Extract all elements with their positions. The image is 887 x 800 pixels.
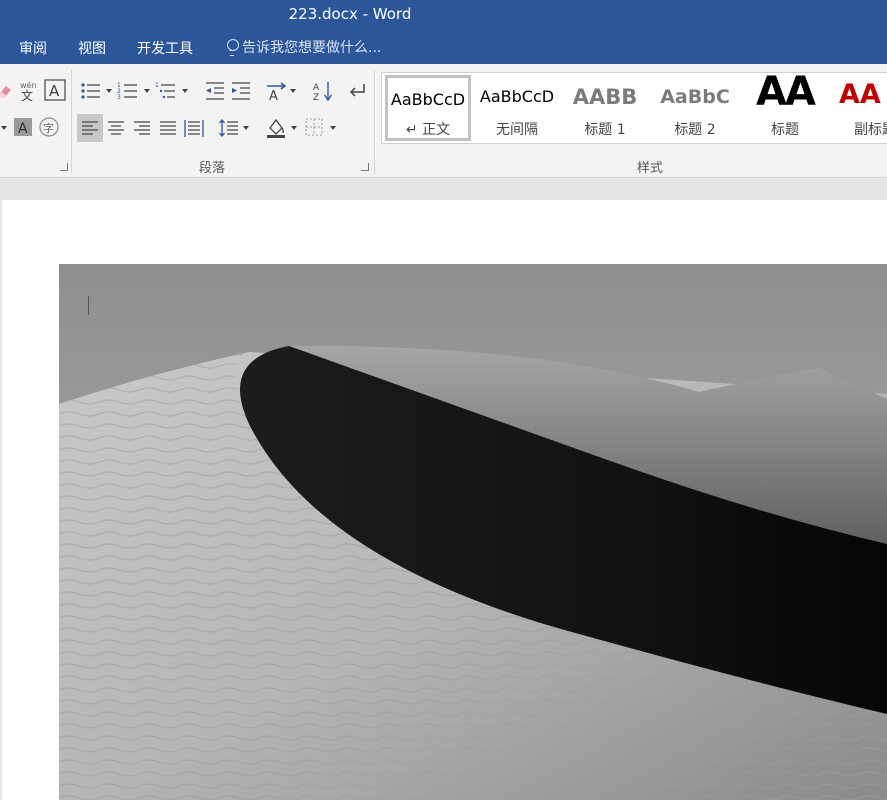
lightbulb-icon [226, 39, 239, 56]
sand-dune-photo[interactable] [59, 264, 887, 800]
style-sample: AaBbCcD [479, 87, 555, 106]
document-background [0, 178, 887, 200]
multilevel-list-icon[interactable]: 1 [155, 80, 177, 102]
center-icon[interactable] [105, 117, 127, 139]
paragraph-dialog-launcher-icon[interactable] [361, 163, 369, 171]
shading-caret[interactable] [291, 126, 297, 130]
style-title[interactable]: AA 标题 [742, 69, 828, 141]
align-left-icon[interactable] [79, 117, 101, 139]
tab-view[interactable]: 视图 [78, 38, 106, 58]
tab-review[interactable]: 审阅 [19, 38, 47, 58]
svg-text:A: A [18, 121, 28, 137]
tell-me-placeholder: 告诉我您想要做什么... [242, 40, 382, 56]
style-sample: AaBbC [660, 86, 730, 108]
style-name: 标题 2 [674, 122, 716, 138]
style-heading-1[interactable]: AABB 标题 1 [562, 75, 648, 141]
character-border-icon[interactable]: A [44, 79, 66, 101]
show-marks-icon[interactable] [346, 80, 368, 102]
sort-icon[interactable]: AZ [312, 80, 334, 102]
text-cursor [88, 296, 89, 315]
tab-developer[interactable]: 开发工具 [137, 38, 193, 58]
style-name: ↵ 正文 [405, 122, 451, 138]
shading-icon[interactable] [265, 116, 287, 138]
svg-text:3: 3 [117, 94, 121, 101]
borders-caret[interactable] [330, 126, 336, 130]
svg-text:A: A [49, 82, 60, 100]
style-sample: AABB [572, 85, 638, 109]
style-sample: AA [839, 79, 881, 110]
borders-icon[interactable] [303, 116, 325, 138]
word-window: 223.docx - Word 审阅 视图 开发工具 告诉我您想要做什么... … [0, 0, 887, 800]
styles-group-label: 样式 [637, 161, 664, 176]
chinese-layout-icon[interactable]: A [265, 80, 287, 102]
chinese-layout-caret[interactable] [290, 89, 296, 93]
style-no-spacing[interactable]: AaBbCcD 无间隔 [474, 75, 560, 141]
style-name: 无间隔 [496, 122, 538, 138]
style-sample: AA [756, 69, 816, 115]
group-separator [71, 70, 72, 174]
ribbon-tabs: 审阅 视图 开发工具 告诉我您想要做什么... [0, 30, 887, 64]
style-sample: AaBbCcD [390, 90, 466, 109]
font-dropdown-caret[interactable] [1, 126, 7, 130]
increase-indent-icon[interactable] [230, 80, 252, 102]
style-name: 标题 [771, 122, 799, 138]
decrease-indent-icon[interactable] [204, 80, 226, 102]
character-shading-icon[interactable]: A [12, 116, 34, 138]
style-name: 副标题 [854, 122, 887, 138]
phonetic-guide-icon[interactable]: wén 文 [18, 80, 40, 102]
group-separator [374, 70, 375, 174]
title-bar: 223.docx - Word [0, 0, 887, 30]
svg-text:A: A [313, 83, 320, 93]
bullets-icon[interactable] [80, 80, 102, 102]
line-spacing-icon[interactable] [218, 117, 240, 139]
svg-text:1: 1 [155, 82, 159, 89]
align-right-icon[interactable] [131, 117, 153, 139]
line-spacing-caret[interactable] [243, 126, 249, 130]
style-subtitle[interactable]: AA 副标题 [832, 75, 887, 141]
svg-text:字: 字 [43, 121, 54, 135]
svg-text:A: A [269, 89, 278, 102]
style-heading-2[interactable]: AaBbC 标题 2 [652, 75, 738, 141]
numbering-icon[interactable]: 123 [117, 80, 139, 102]
enclose-characters-icon[interactable]: 字 [38, 116, 60, 138]
distributed-icon[interactable] [183, 117, 205, 139]
svg-text:Z: Z [313, 93, 319, 102]
style-normal[interactable]: AaBbCcD ↵ 正文 [385, 75, 471, 141]
tell-me-box[interactable]: 告诉我您想要做什么... [226, 37, 381, 57]
styles-gallery: AaBbCcD ↵ 正文 AaBbCcD 无间隔 AABB 标题 1 AaBbC… [381, 69, 887, 144]
multilevel-caret[interactable] [182, 89, 188, 93]
font-dialog-launcher-icon[interactable] [60, 163, 68, 171]
style-name: 标题 1 [584, 122, 626, 138]
svg-text:文: 文 [21, 88, 33, 102]
justify-icon[interactable] [157, 117, 179, 139]
bullets-caret[interactable] [106, 89, 112, 93]
window-title: 223.docx - Word [288, 5, 412, 23]
numbering-caret[interactable] [144, 89, 150, 93]
paragraph-group-label: 段落 [199, 161, 226, 176]
clear-formatting-icon[interactable] [0, 80, 16, 102]
